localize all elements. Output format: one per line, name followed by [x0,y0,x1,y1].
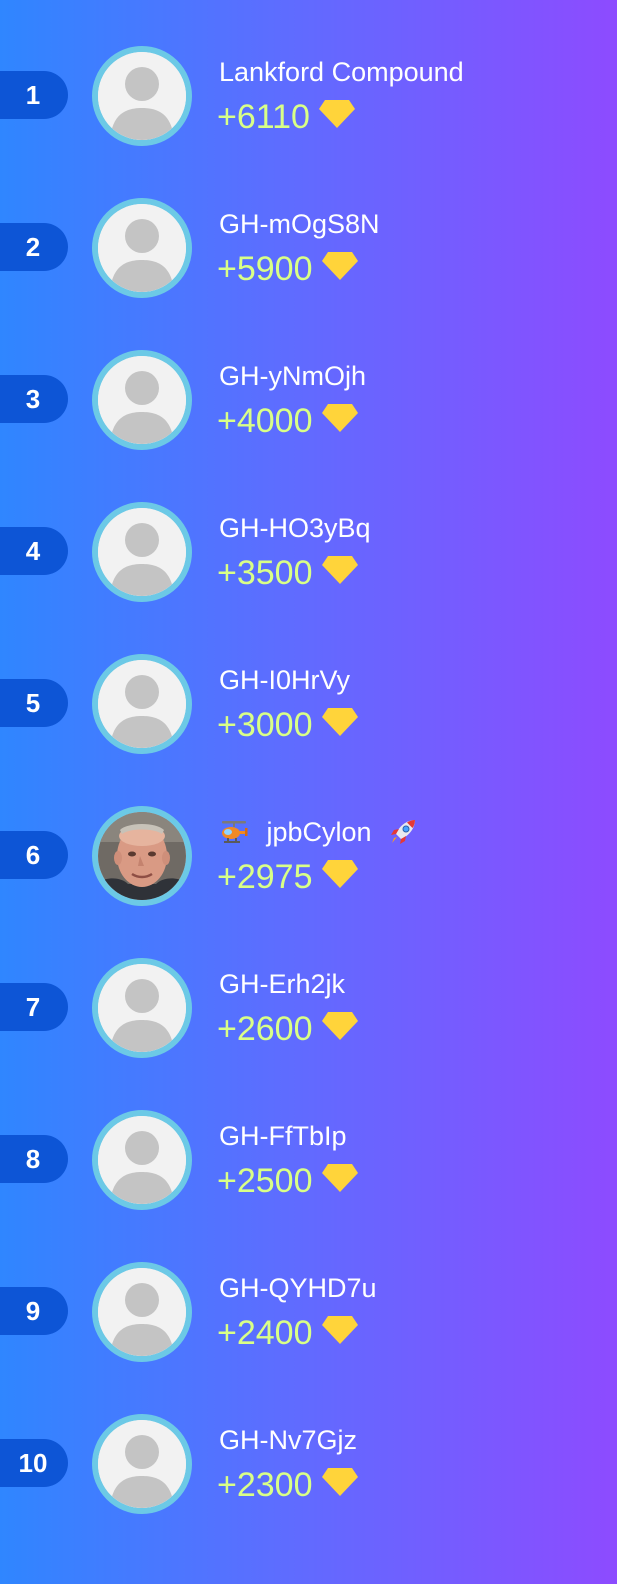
rank-badge: 9 [0,1287,68,1335]
leaderboard-row[interactable]: 10 GH-Nv7Gjz +2300 [0,1414,617,1524]
leaderboard-row[interactable]: 2 GH-mOgS8N +5900 [0,198,617,308]
default-avatar-icon[interactable] [92,1414,192,1514]
player-score: +5900 [217,250,313,288]
gem-icon [321,708,358,736]
player-score: +2400 [217,1314,313,1352]
default-avatar-icon[interactable] [92,46,192,146]
score-line: +6110 [217,96,356,138]
rank-badge: 2 [0,223,68,271]
gem-icon [321,404,358,432]
default-avatar-icon[interactable] [92,958,192,1058]
player-name: GH-HO3yBq [219,513,371,543]
gem-icon [321,1012,358,1040]
rank-badge: 1 [0,71,68,119]
player-name: jpbCylon [266,817,372,847]
leaderboard-row[interactable]: 4 GH-HO3yBq +3500 [0,502,617,612]
score-line: +5900 [217,248,359,290]
default-avatar-icon[interactable] [92,1110,192,1210]
score-line: +2600 [217,1008,359,1050]
leaderboard-row[interactable]: 1 Lankford Compound +6110 [0,46,617,156]
player-name: GH-I0HrVy [219,665,351,695]
default-avatar-icon[interactable] [92,350,192,450]
player-score: +2975 [217,858,313,896]
rank-badge: 8 [0,1135,68,1183]
score-line: +2400 [217,1312,359,1354]
player-score: +2500 [217,1162,313,1200]
player-name: GH-QYHD7u [219,1273,377,1303]
player-name: Lankford Compound [219,57,464,87]
player-score: +6110 [217,98,310,136]
leaderboard-row[interactable]: 9 GH-QYHD7u +2400 [0,1262,617,1372]
score-line: +2975 [217,856,359,898]
gem-icon [321,860,358,888]
default-avatar-icon[interactable] [92,1262,192,1362]
score-line: +2500 [217,1160,359,1202]
rank-badge: 5 [0,679,68,727]
player-score: +2600 [217,1010,313,1048]
leaderboard-row[interactable]: 5 GH-I0HrVy +3000 [0,654,617,764]
default-avatar-icon[interactable] [92,654,192,754]
player-score: +4000 [217,402,313,440]
player-name-row: jpbCylon [219,816,417,848]
leaderboard-row[interactable]: 6 jpbCylon +2975 [0,806,617,916]
rocket-emoji-icon [391,819,416,844]
gem-icon [321,556,358,584]
player-name: GH-yNmOjh [219,361,366,391]
score-line: +3500 [217,552,359,594]
player-name: GH-Nv7Gjz [219,1425,358,1455]
gem-icon [321,1164,358,1192]
rank-badge: 10 [0,1439,68,1487]
score-line: +2300 [217,1464,359,1506]
gem-icon [318,100,355,128]
leaderboard-row[interactable]: 3 GH-yNmOjh +4000 [0,350,617,460]
gem-icon [321,1316,358,1344]
rank-badge: 7 [0,983,68,1031]
player-name: GH-mOgS8N [219,209,380,239]
player-name: GH-Erh2jk [219,969,346,999]
user-photo-avatar[interactable] [92,806,192,906]
default-avatar-icon[interactable] [92,198,192,298]
gem-icon [321,252,358,280]
helicopter-emoji-icon [222,820,248,843]
leaderboard-row[interactable]: 7 GH-Erh2jk +2600 [0,958,617,1068]
score-line: +4000 [217,400,359,442]
rank-badge: 3 [0,375,68,423]
rank-badge: 4 [0,527,68,575]
leaderboard-row[interactable]: 8 GH-FfTbIp +2500 [0,1110,617,1220]
player-score: +3500 [217,554,313,592]
gem-icon [321,1468,358,1496]
player-score: +2300 [217,1466,313,1504]
leaderboard-list: 1 Lankford Compound +6110 2 GH-mOgS8N +5… [0,0,617,1584]
player-name: GH-FfTbIp [219,1121,347,1151]
rank-badge: 6 [0,831,68,879]
player-score: +3000 [217,706,313,744]
score-line: +3000 [217,704,359,746]
default-avatar-icon[interactable] [92,502,192,602]
